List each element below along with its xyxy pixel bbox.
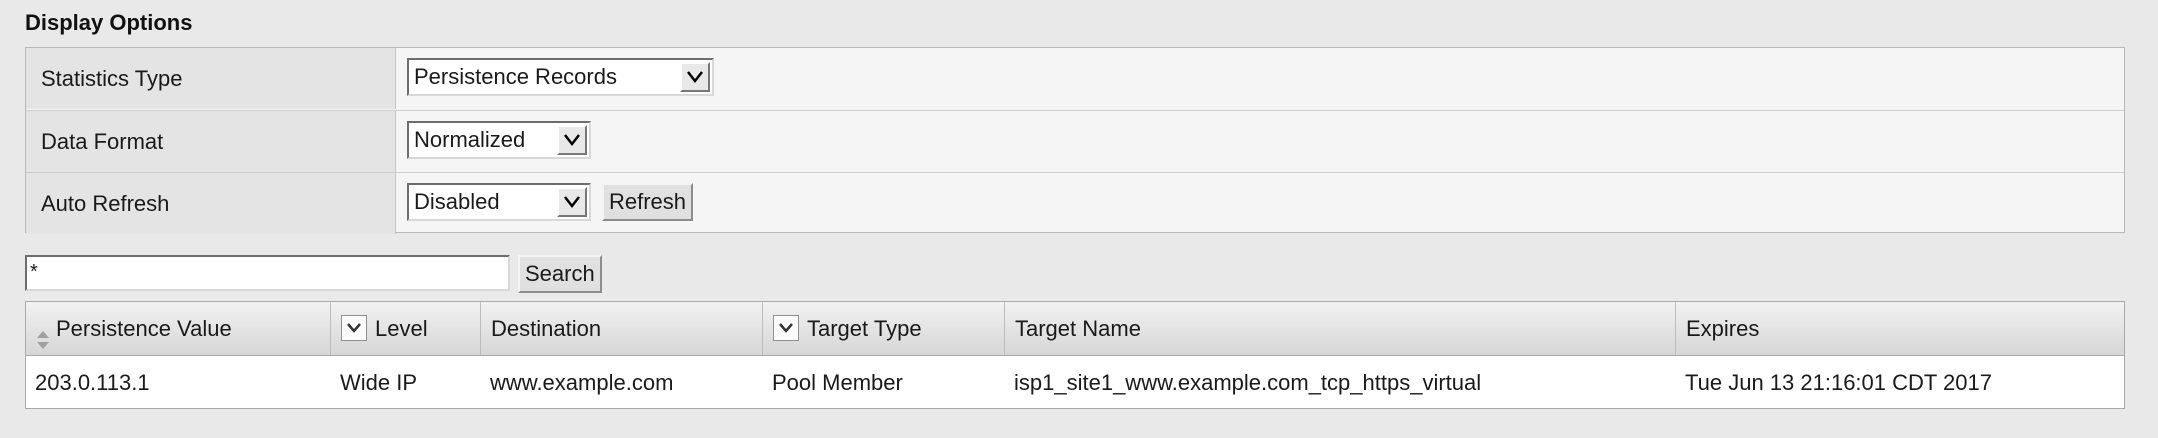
data-format-row: Data Format Normalized bbox=[26, 110, 2124, 172]
column-label: Target Name bbox=[1015, 316, 1141, 341]
persistence-records-table: Persistence Value Level Destination Targ… bbox=[25, 301, 2125, 409]
filter-dropdown-icon[interactable] bbox=[773, 315, 799, 342]
refresh-button[interactable]: Refresh bbox=[602, 183, 694, 221]
data-format-value: Normalized bbox=[414, 127, 526, 152]
column-header-target-name[interactable]: Target Name bbox=[1005, 302, 1676, 355]
column-label: Persistence Value bbox=[56, 316, 232, 341]
auto-refresh-select[interactable]: Disabled bbox=[407, 183, 591, 221]
chevron-down-icon[interactable] bbox=[557, 187, 587, 217]
table-header: Persistence Value Level Destination Targ… bbox=[26, 302, 2124, 356]
search-input[interactable]: * bbox=[25, 255, 510, 291]
auto-refresh-row: Auto Refresh Disabled Refresh bbox=[26, 172, 2124, 234]
cell-persistence-value: 203.0.113.1 bbox=[35, 370, 150, 395]
search-button[interactable]: Search bbox=[518, 255, 602, 293]
column-header-target-type[interactable]: Target Type bbox=[763, 302, 1005, 355]
cell-expires: Tue Jun 13 21:16:01 CDT 2017 bbox=[1685, 370, 1992, 395]
statistics-type-value: Persistence Records bbox=[414, 64, 617, 89]
display-options-panel: Statistics Type Persistence Records Data… bbox=[25, 47, 2125, 234]
display-options-title: Display Options bbox=[25, 10, 193, 35]
cell-level: Wide IP bbox=[340, 370, 418, 395]
auto-refresh-value: Disabled bbox=[414, 189, 500, 214]
statistics-type-label: Statistics Type bbox=[26, 48, 396, 109]
table-row[interactable]: 203.0.113.1 Wide IP www.example.com Pool… bbox=[26, 356, 2124, 409]
column-header-expires[interactable]: Expires bbox=[1676, 302, 2124, 355]
column-label: Level bbox=[375, 316, 428, 341]
column-header-persistence-value[interactable]: Persistence Value bbox=[26, 302, 331, 355]
statistics-type-select[interactable]: Persistence Records bbox=[407, 58, 714, 96]
column-label: Expires bbox=[1686, 316, 1760, 341]
cell-target-type: Pool Member bbox=[772, 370, 903, 395]
statistics-type-row: Statistics Type Persistence Records bbox=[26, 48, 2124, 109]
filter-dropdown-icon[interactable] bbox=[341, 315, 367, 342]
data-format-label: Data Format bbox=[26, 111, 396, 172]
chevron-down-icon[interactable] bbox=[680, 62, 710, 92]
data-format-select[interactable]: Normalized bbox=[407, 121, 591, 159]
cell-destination: www.example.com bbox=[490, 370, 674, 395]
chevron-down-icon[interactable] bbox=[557, 125, 587, 155]
column-label: Destination bbox=[491, 316, 602, 341]
sort-icon[interactable] bbox=[36, 317, 50, 350]
auto-refresh-label: Auto Refresh bbox=[26, 173, 396, 234]
column-header-level[interactable]: Level bbox=[331, 302, 481, 355]
cell-target-name: isp1_site1_www.example.com_tcp_https_vir… bbox=[1014, 370, 1482, 395]
column-label: Target Type bbox=[807, 316, 922, 341]
column-header-destination[interactable]: Destination bbox=[481, 302, 763, 355]
